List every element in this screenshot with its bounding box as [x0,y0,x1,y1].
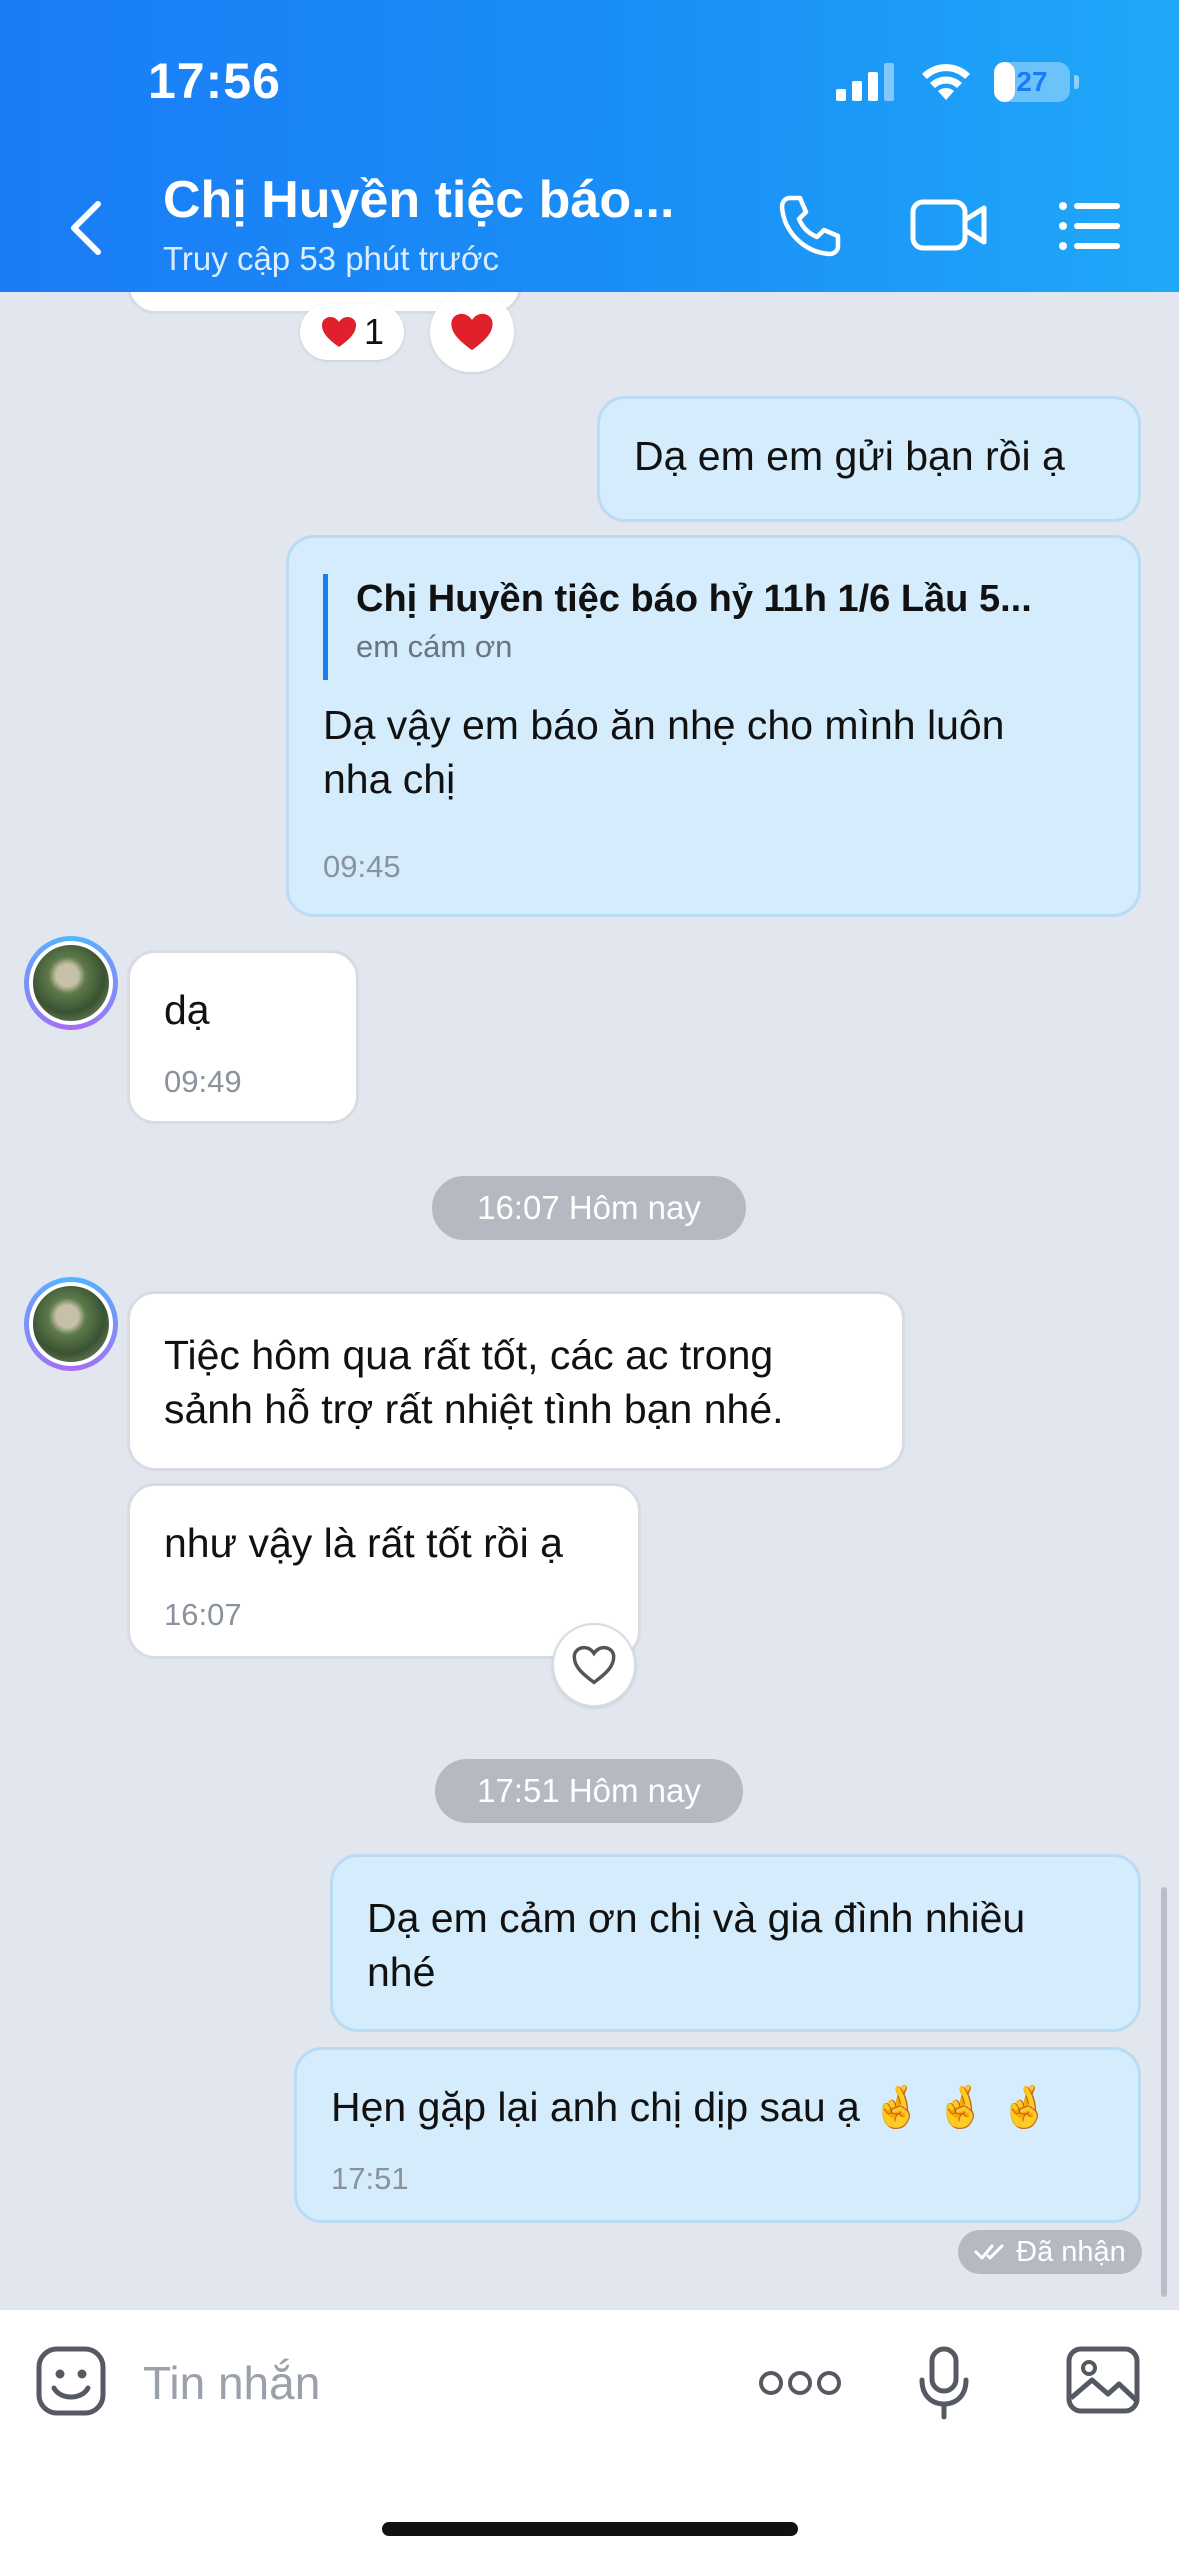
message-text: Dạ vậy em báo ăn nhẹ cho mình luôn nha c… [323,698,1005,806]
quoted-message-title: Chị Huyền tiệc báo hỷ 11h 1/6 Lầu 5... [356,578,1032,620]
microphone-icon[interactable] [918,2346,970,2420]
back-icon[interactable] [60,196,116,260]
chat-header: 17:56 27 Chị Huyền tiệc báo... Truy cập … [0,0,1179,292]
message-time: 09:45 [323,849,401,884]
message-text-line: nhé [367,1949,436,1995]
react-heart-button[interactable] [430,292,514,372]
message-time: 09:49 [164,1064,242,1099]
message-text: Dạ em em gửi bạn rồi ạ [634,433,1065,479]
message-text: Tiệc hôm qua rất tốt, các ac trong sảnh … [164,1328,784,1436]
date-divider-label: 16:07 Hôm nay [477,1189,701,1226]
contact-avatar[interactable] [24,936,118,1030]
message-bubble-outgoing-reply[interactable]: Chị Huyền tiệc báo hỷ 11h 1/6 Lầu 5... e… [286,535,1141,917]
message-text: Dạ em cảm ơn chị và gia đình nhiều nhé [367,1891,1025,1999]
quoted-message[interactable]: Chị Huyền tiệc báo hỷ 11h 1/6 Lầu 5... e… [323,574,1103,680]
message-text-line: Dạ vậy em báo ăn nhẹ cho mình luôn [323,702,1005,748]
double-check-icon [974,2244,1004,2260]
message-text: dạ [164,987,210,1033]
message-text-line: nha chị [323,756,456,802]
battery-cap [1074,75,1079,89]
sticker-emoji-icon[interactable] [36,2346,106,2416]
quoted-message-text: em cám ơn [356,629,513,664]
message-time: 16:07 [164,1597,242,1632]
reaction-summary[interactable]: 1 [300,304,404,360]
delivery-status: Đã nhận [958,2230,1142,2274]
message-bubble-incoming[interactable]: Tiệc hôm qua rất tốt, các ac trong sảnh … [127,1291,905,1471]
message-text-line: Tiệc hôm qua rất tốt, các ac trong [164,1332,774,1378]
menu-list-icon[interactable] [1058,192,1122,260]
status-icons: 27 [836,62,1079,102]
phone-call-icon[interactable] [776,192,844,260]
message-bubble-incoming[interactable]: như vậy là rất tốt rồi ạ 16:07 [127,1483,641,1659]
heart-filled-icon [321,317,356,347]
date-divider: 16:07 Hôm nay [432,1176,746,1240]
last-seen-status: Truy cập 53 phút trước [163,240,499,277]
fingers-crossed-emoji: 🤞 🤞 🤞 [871,2083,1051,2131]
video-call-icon[interactable] [910,192,990,260]
react-heart-button[interactable] [552,1623,636,1707]
chat-title[interactable]: Chị Huyền tiệc báo... [163,170,674,230]
battery-fill [994,62,1015,102]
status-time: 17:56 [148,53,281,109]
battery-level: 27 [1016,66,1048,97]
battery-icon: 27 [994,62,1070,102]
reaction-count: 1 [363,311,385,352]
message-text: như vậy là rất tốt rồi ạ [164,1520,563,1566]
message-text-line: Dạ em cảm ơn chị và gia đình nhiều [367,1895,1026,1941]
message-input[interactable]: Tin nhắn [143,2356,320,2410]
avatar-photo [29,941,113,1025]
message-bubble-outgoing[interactable]: Dạ em em gửi bạn rồi ạ [597,396,1141,522]
contact-avatar[interactable] [24,1277,118,1371]
message-text: Hẹn gặp lại anh chị dịp sau ạ 🤞 🤞 🤞 [331,2080,1050,2134]
date-divider-label: 17:51 Hôm nay [477,1772,701,1809]
home-indicator[interactable] [382,2522,798,2536]
avatar-photo [29,1282,113,1366]
date-divider: 17:51 Hôm nay [435,1759,743,1823]
heart-filled-icon [451,313,493,351]
cellular-signal-icon [836,63,894,101]
message-bubble-outgoing[interactable]: Hẹn gặp lại anh chị dịp sau ạ 🤞 🤞 🤞 17:5… [294,2047,1141,2223]
wifi-icon [922,64,970,100]
message-text-main: Hẹn gặp lại anh chị dịp sau ạ [331,2084,860,2130]
message-input-bar: Tin nhắn [0,2310,1179,2556]
delivery-status-label: Đã nhận [1016,2235,1126,2268]
message-text-line: sảnh hỗ trợ rất nhiệt tình bạn nhé. [164,1386,784,1432]
message-list[interactable]: 1 Dạ em em gửi bạn rồi ạ Chị Huyền tiệc … [0,292,1179,2310]
message-time: 17:51 [331,2161,409,2196]
chat-scrollbar[interactable] [1161,1887,1167,2297]
message-bubble-outgoing[interactable]: Dạ em cảm ơn chị và gia đình nhiều nhé [330,1854,1141,2032]
image-gallery-icon[interactable] [1066,2346,1140,2414]
heart-outline-icon [572,1645,616,1685]
more-options-icon[interactable] [758,2368,842,2398]
message-bubble-incoming[interactable]: dạ 09:49 [127,950,359,1124]
